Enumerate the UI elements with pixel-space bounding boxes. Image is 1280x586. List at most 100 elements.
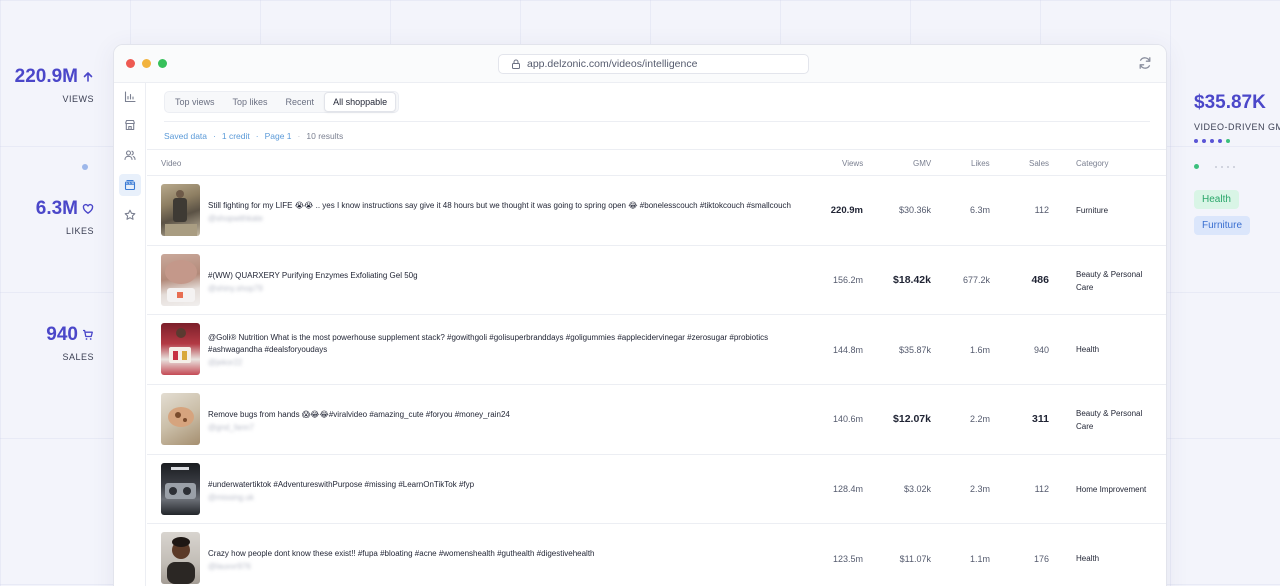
sales-stat-label: SALES	[62, 352, 94, 362]
tag-furniture: Furniture	[1194, 216, 1251, 235]
video-title[interactable]: @Goli® Nutrition What is the most powerh…	[208, 332, 808, 356]
likes-stat-value: 6.3M	[36, 198, 94, 220]
creator-handle[interactable]: @shiny.shop79	[208, 284, 263, 293]
views-stat-number: 220.9M	[14, 66, 78, 87]
tab-top-likes[interactable]: Top likes	[225, 93, 276, 111]
supplement-thumbnail-art	[169, 328, 191, 364]
sidebar-creators[interactable]	[122, 147, 138, 163]
table-row[interactable]: #underwatertiktok #AdventureswithPurpose…	[147, 453, 1166, 524]
gmv-stat-value: $35.87K	[1194, 92, 1266, 113]
category-text: Beauty & Personal	[1076, 409, 1143, 419]
column-header-likes[interactable]: Likes	[971, 159, 990, 168]
likes-cell: 2.2m	[969, 414, 990, 425]
browser-titlebar: app.delzonic.com/videos/intelligence	[114, 45, 1166, 83]
views-cell: 156.2m	[832, 275, 863, 286]
table-row[interactable]: Crazy how people dont know these exist!!…	[147, 523, 1166, 586]
column-header-video[interactable]: Video	[161, 159, 181, 168]
creator-handle[interactable]: @gnd_fann7	[208, 423, 254, 432]
category-text: Furniture	[1076, 205, 1109, 215]
creator-handle[interactable]: @lauvvr976	[208, 562, 251, 571]
results-count: 10 results	[306, 131, 344, 141]
column-header-gmv[interactable]: GMV	[913, 159, 931, 168]
video-icon	[124, 179, 136, 191]
meta-sep: ·	[213, 131, 216, 141]
sidebar-shop[interactable]	[122, 117, 138, 133]
credit-text: 1 credit	[221, 131, 250, 141]
sales-cell: 112	[1034, 484, 1049, 495]
video-thumbnail[interactable]	[161, 532, 200, 585]
table-row[interactable]: @Goli® Nutrition What is the most powerh…	[147, 314, 1166, 384]
divider	[147, 149, 1166, 150]
views-stat-label: VIEWS	[62, 94, 94, 104]
tab-all-shoppable[interactable]: All shoppable	[324, 92, 397, 112]
video-title[interactable]: Crazy how people dont know these exist!!…	[208, 548, 808, 560]
video-thumbnail[interactable]	[161, 253, 200, 306]
views-cell: 123.5m	[832, 553, 863, 564]
gmv-cell: $3.02k	[903, 484, 931, 495]
likes-stat-number: 6.3M	[35, 198, 78, 219]
video-thumbnail[interactable]	[161, 323, 200, 376]
likes-cell: 1.6m	[969, 344, 990, 355]
minimize-window-button[interactable]	[142, 59, 151, 68]
likes-stat-label: LIKES	[65, 226, 94, 236]
meta-sep: ·	[297, 131, 301, 141]
gmv-cell: $12.07k	[893, 413, 931, 426]
sidebar-analytics[interactable]	[122, 89, 138, 105]
views-stat-value: 220.9M	[15, 66, 94, 88]
users-icon	[124, 150, 136, 161]
creator-handle[interactable]: @missing.uk	[208, 493, 254, 502]
likes-cell: 677.2k	[962, 275, 990, 286]
underwater-thumbnail-art	[165, 466, 196, 499]
video-title[interactable]: Remove bugs from hands 😱😂😂#viralvideo #a…	[208, 409, 808, 421]
meta-sep: ·	[255, 131, 259, 141]
person-thumbnail-art	[167, 537, 195, 585]
category-cell: Health	[1076, 524, 1099, 586]
tab-recent[interactable]: Recent	[278, 93, 323, 111]
column-header-category[interactable]: Category	[1076, 159, 1108, 168]
sales-cell: 112	[1034, 205, 1049, 216]
filter-tabs: Top views Top likes Recent All shoppable	[164, 91, 400, 113]
views-cell: 140.6m	[832, 414, 863, 425]
likes-cell: 6.3m	[969, 205, 990, 216]
video-table: Still fighting for my LIFE 😭😭 .. yes I k…	[147, 175, 1166, 586]
creator-handle[interactable]: @shopwithkate	[208, 214, 263, 223]
video-thumbnail[interactable]	[161, 462, 200, 515]
column-header-sales[interactable]: Sales	[1029, 159, 1049, 168]
refresh-icon[interactable]	[1138, 56, 1152, 70]
saved-data-link[interactable]: Saved data	[164, 131, 207, 141]
table-row[interactable]: #(WW) QUARXERY Purifying Enzymes Exfolia…	[147, 244, 1166, 315]
gmv-stat: $35.87K VIDEO-DRIVEN GMV	[1194, 92, 1280, 132]
video-thumbnail[interactable]	[161, 393, 200, 446]
video-title[interactable]: Still fighting for my LIFE 😭😭 .. yes I k…	[208, 200, 808, 212]
table-row[interactable]: Remove bugs from hands 😱😂😂#viralvideo #a…	[147, 384, 1166, 454]
likes-stat: 6.3M LIKES	[36, 198, 94, 236]
gmv-cell: $18.42k	[893, 274, 931, 287]
category-text: Beauty & Personal	[1076, 269, 1143, 279]
sidebar-videos[interactable]	[119, 174, 141, 196]
video-thumbnail[interactable]	[161, 184, 200, 236]
divider	[164, 121, 1150, 122]
table-row[interactable]: Still fighting for my LIFE 😭😭 .. yes I k…	[147, 175, 1166, 245]
maximize-window-button[interactable]	[158, 59, 167, 68]
close-window-button[interactable]	[126, 59, 135, 68]
creator-handle[interactable]: @jekor22	[208, 358, 242, 367]
column-header-views[interactable]: Views	[842, 159, 863, 168]
category-cell: Furniture	[1076, 176, 1108, 245]
main-content: Top views Top likes Recent All shoppable…	[147, 83, 1166, 586]
decor-dot	[82, 164, 88, 170]
results-meta: Saved data · 1 credit · Page 1 · 10 resu…	[164, 131, 343, 141]
sales-cell: 486	[1031, 274, 1049, 287]
sidebar-favorites[interactable]	[122, 207, 138, 223]
video-title[interactable]: #underwatertiktok #AdventureswithPurpose…	[208, 479, 808, 491]
page-text: Page 1	[264, 131, 292, 141]
hands-thumbnail-art	[168, 407, 194, 428]
category-text: Health	[1076, 554, 1100, 564]
video-title[interactable]: #(WW) QUARXERY Purifying Enzymes Exfolia…	[208, 270, 808, 282]
cart-icon	[83, 329, 93, 340]
sales-cell: 940	[1033, 344, 1049, 355]
address-bar[interactable]: app.delzonic.com/videos/intelligence	[498, 54, 809, 74]
window-controls	[126, 59, 167, 68]
category-text: Care	[1076, 422, 1094, 432]
tab-top-views[interactable]: Top views	[167, 93, 223, 111]
lock-icon	[512, 59, 520, 69]
